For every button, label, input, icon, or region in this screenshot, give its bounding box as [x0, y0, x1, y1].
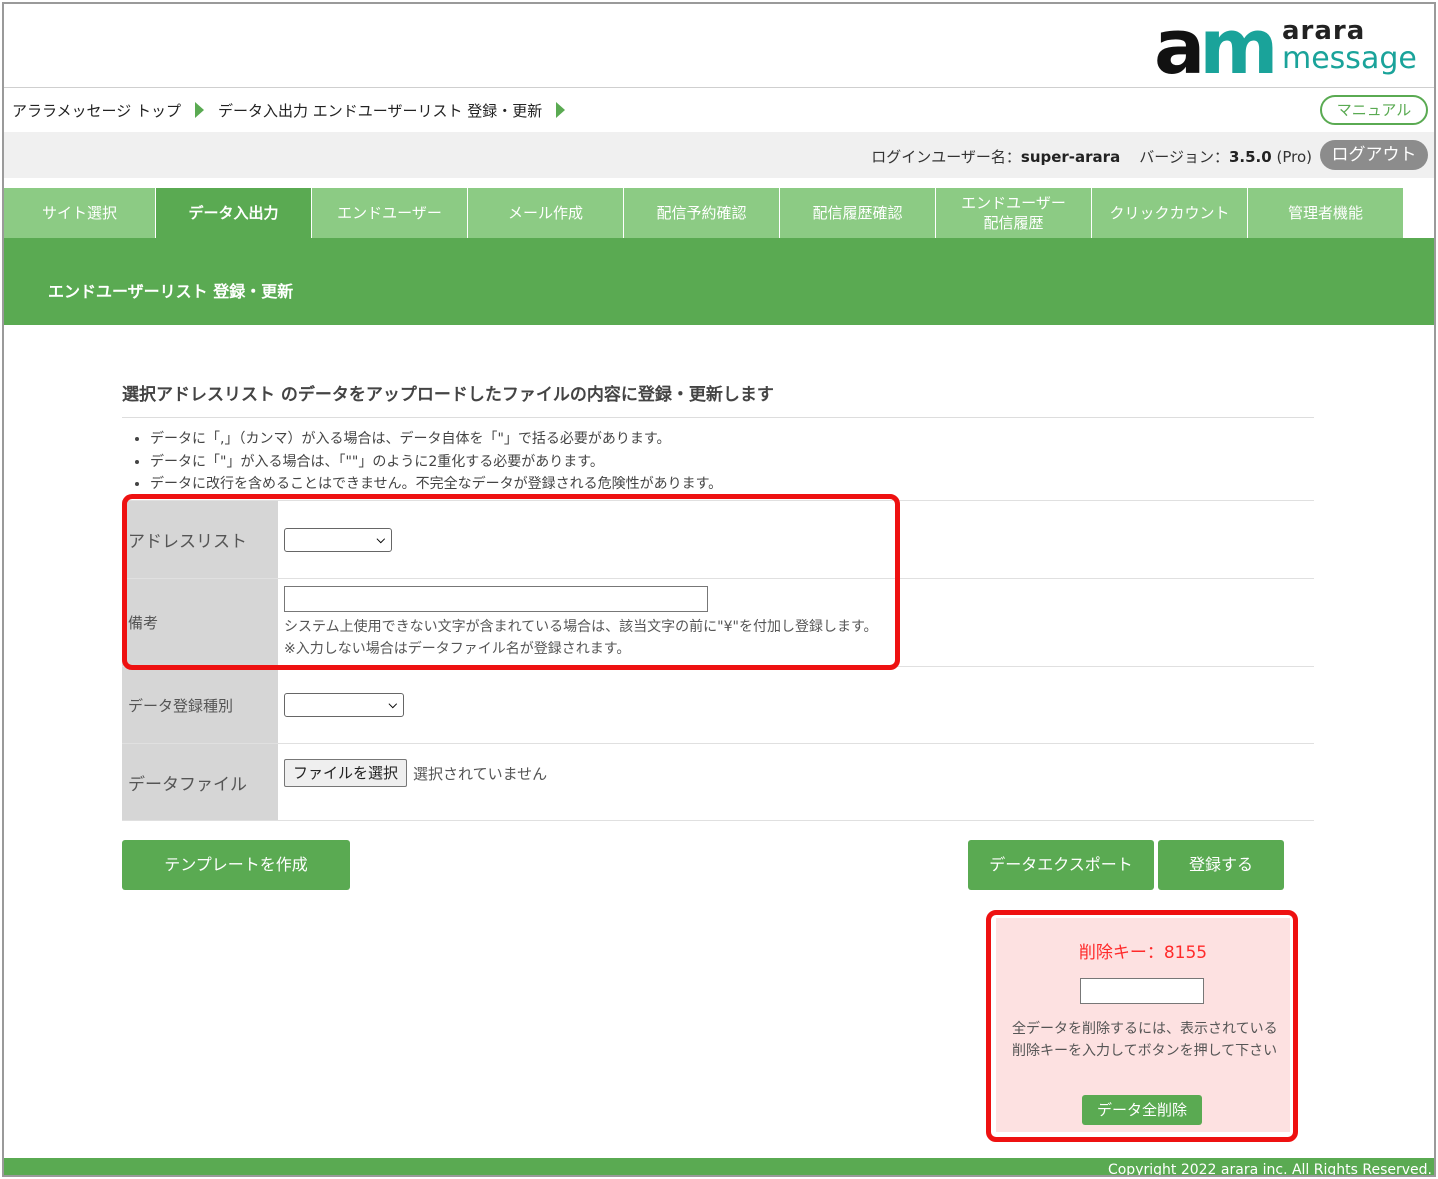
version-edition: (Pro) [1276, 148, 1312, 166]
tab-end-user-delivery-history[interactable]: エンドユーザー 配信履歴 [936, 188, 1092, 238]
page-title: エンドユーザーリスト 登録・更新 [48, 282, 294, 301]
site-footer: Copyright 2022 arara inc. All Rights Res… [4, 1158, 1434, 1177]
logo-word-message: message [1282, 41, 1417, 76]
tab-data-io[interactable]: データ入出力 [156, 188, 312, 238]
breadcrumb-home-link[interactable]: アララメッセージ トップ [12, 100, 181, 121]
file-status: 選択されていません [413, 764, 548, 783]
note-item: データに改行を含めることはできません。不完全なデータが登録される危険性があります… [150, 473, 722, 496]
create-template-button[interactable]: テンプレートを作成 [122, 840, 350, 890]
tab-click-count[interactable]: クリックカウント [1092, 188, 1248, 238]
note-item: データに「"」が入る場合は、「""」のように2重化する必要があります。 [150, 451, 722, 474]
notes-list: データに「,」（カンマ）が入る場合は、データ自体を「"」で括る必要があります。 … [150, 428, 722, 496]
tab-delivery-history[interactable]: 配信履歴確認 [780, 188, 936, 238]
choose-file-button[interactable]: ファイルを選択 [284, 759, 408, 787]
data-export-button[interactable]: データエクスポート [968, 840, 1154, 890]
version-label: バージョン： [1139, 148, 1229, 166]
breadcrumb: アララメッセージ トップ データ入出力 エンドユーザーリスト 登録・更新 [12, 98, 579, 122]
data-file-label: データファイル [122, 744, 278, 820]
tab-delivery-schedule[interactable]: 配信予約確認 [624, 188, 780, 238]
form-row-data-file: データファイル ファイルを選択 選択されていません [122, 743, 1314, 821]
manual-button[interactable]: マニュアル [1320, 95, 1428, 125]
section-title: 選択アドレスリスト のデータをアップロードしたファイルの内容に登録・更新します [122, 378, 1314, 418]
register-button[interactable]: 登録する [1158, 840, 1284, 890]
arara-message-logo[interactable]: am arara message [1154, 2, 1417, 91]
form-row-registration-type: データ登録種別 ⌵ [122, 666, 1314, 743]
breadcrumb-current: データ入出力 エンドユーザーリスト 登録・更新 [218, 101, 543, 120]
registration-type-select[interactable]: ⌵ [284, 693, 404, 717]
site-header: am arara message [4, 4, 1434, 88]
annotation-highlight-delete [986, 910, 1298, 1142]
logo-mark: am [1154, 2, 1279, 91]
logo-wordmark: arara message [1282, 18, 1417, 76]
logout-button[interactable]: ログアウト [1320, 140, 1428, 170]
tab-site-select[interactable]: サイト選択 [4, 188, 156, 238]
tab-admin[interactable]: 管理者機能 [1248, 188, 1404, 238]
login-user-name: super-arara [1020, 148, 1121, 166]
chevron-down-icon: ⌵ [388, 698, 397, 711]
registration-type-label: データ登録種別 [122, 667, 278, 743]
note-item: データに「,」（カンマ）が入る場合は、データ自体を「"」で括る必要があります。 [150, 428, 722, 451]
login-info: ログインユーザー名：super-arara バージョン：3.5.0 (Pro) [871, 146, 1312, 167]
copyright-text: Copyright 2022 arara inc. All Rights Res… [1107, 1162, 1432, 1177]
login-user-label: ログインユーザー名： [871, 148, 1021, 166]
page-banner: エンドユーザーリスト 登録・更新 [4, 238, 1434, 325]
tab-end-user[interactable]: エンドユーザー [312, 188, 468, 238]
annotation-highlight-form [122, 494, 900, 670]
app-window: am arara message アララメッセージ トップ データ入出力 エンド… [2, 2, 1436, 1177]
version-number: 3.5.0 [1228, 148, 1272, 166]
main-nav: サイト選択 データ入出力 エンドユーザー メール作成 配信予約確認 配信履歴確認… [4, 188, 1434, 238]
chevron-right-icon [195, 102, 205, 118]
tab-mail-compose[interactable]: メール作成 [468, 188, 624, 238]
chevron-right-icon [556, 102, 566, 118]
login-bar: ログインユーザー名：super-arara バージョン：3.5.0 (Pro) … [4, 132, 1434, 178]
